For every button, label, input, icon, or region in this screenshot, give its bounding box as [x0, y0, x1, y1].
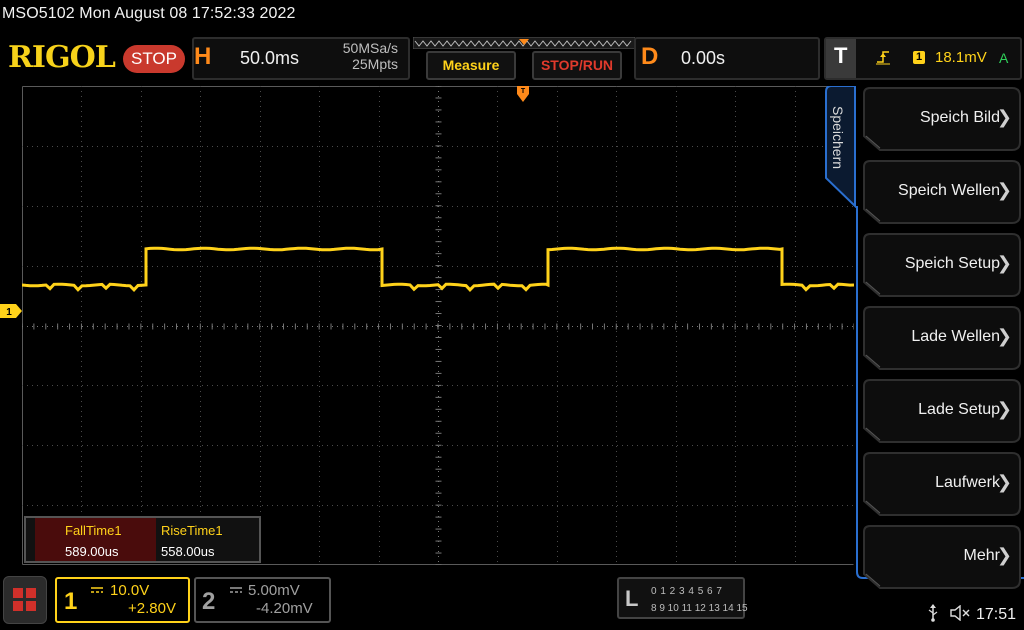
chevron-right-icon: ❯: [996, 253, 1012, 273]
menu-item-label: Speich Setup: [904, 255, 1000, 272]
measure-button[interactable]: Measure: [426, 51, 516, 80]
channel1-number: 1: [64, 588, 78, 615]
channel1-offset-marker[interactable]: 1: [0, 304, 22, 318]
channel1-marker-label: 1: [6, 307, 12, 318]
chevron-right-icon: ❯: [996, 545, 1012, 565]
chevron-right-icon: ❯: [996, 399, 1012, 419]
channel1-offset: +2.80V: [128, 600, 176, 617]
chevron-right-icon: ❯: [996, 472, 1012, 492]
horizontal-label: H: [194, 43, 212, 70]
menu-item-label: Mehr: [963, 547, 1000, 564]
system-clock: 17:51: [976, 606, 1017, 623]
menu-tab-label: Speichern: [830, 106, 846, 170]
trigger-position-marker[interactable]: T: [515, 86, 531, 110]
measurement-item[interactable]: RiseTime1 558.00us: [157, 518, 259, 561]
channel2-scale: 5.00mV: [248, 582, 300, 599]
logic-analyzer-label: L: [625, 586, 639, 611]
trigger-level-value: 18.1mV: [935, 49, 987, 66]
trigger-mode-indicator: A: [999, 50, 1009, 66]
stop-run-button[interactable]: STOP/RUN: [532, 51, 622, 80]
logic-channels-high: 8 9 10 11 12 13 14 15: [651, 603, 748, 614]
menu-item[interactable]: Speich Setup ❯: [862, 232, 1022, 298]
dc-coupling-icon: [230, 587, 242, 593]
graticule: [22, 86, 854, 565]
measurement-name: RiseTime1: [161, 523, 223, 538]
menu-item[interactable]: Speich Bild ❯: [862, 86, 1022, 152]
channel1-waveform: [22, 246, 854, 292]
measurement-item[interactable]: FallTime1 589.00us: [35, 518, 156, 561]
measurement-value: 589.00us: [65, 544, 119, 559]
memory-position-ruler[interactable]: [413, 37, 635, 49]
trigger-label: T: [834, 43, 848, 68]
logic-channels-low: 0 1 2 3 4 5 6 7: [651, 586, 723, 597]
menu-item[interactable]: Laufwerk ❯: [862, 451, 1022, 517]
chevron-right-icon: ❯: [996, 107, 1012, 127]
dc-coupling-icon: [91, 587, 103, 593]
grid-menu-icon: [13, 588, 36, 611]
measurement-name: FallTime1: [65, 523, 122, 538]
device-status-line: MSO5102 Mon August 08 17:52:33 2022: [2, 5, 296, 22]
menu-item-label: Lade Wellen: [911, 328, 1000, 345]
rigol-logo: RIGOL: [8, 40, 116, 75]
timebase-value: 50.0ms: [240, 48, 300, 68]
trigger-source-badge: 1: [913, 51, 925, 64]
svg-text:T: T: [521, 88, 526, 95]
menu-item[interactable]: Lade Wellen ❯: [862, 305, 1022, 371]
waveform-display[interactable]: [22, 86, 854, 565]
measurement-value: 558.00us: [161, 544, 215, 559]
chevron-right-icon: ❯: [996, 326, 1012, 346]
channel2-number: 2: [202, 588, 216, 615]
menu-item-label: Laufwerk: [935, 474, 1000, 491]
channel1-scale: 10.0V: [110, 582, 150, 599]
chevron-right-icon: ❯: [996, 180, 1012, 200]
menu-item[interactable]: Lade Setup ❯: [862, 378, 1022, 444]
speaker-muted-icon[interactable]: [950, 605, 972, 621]
menu-item-label: Lade Setup: [918, 401, 1000, 418]
menu-item[interactable]: Speich Wellen ❯: [862, 159, 1022, 225]
rising-edge-icon: [876, 51, 890, 65]
home-button[interactable]: [3, 576, 47, 624]
run-state-badge[interactable]: STOP: [123, 45, 185, 73]
usb-icon: [928, 604, 938, 622]
sample-rate-value: 50MSa/s: [342, 40, 398, 56]
delay-value: 0.00s: [681, 48, 726, 68]
delay-label: D: [641, 43, 659, 70]
memory-depth-value: 25Mpts: [352, 56, 398, 72]
delay-settings-box[interactable]: [634, 37, 820, 80]
menu-item-label: Speich Bild: [919, 109, 1000, 126]
channel2-offset: -4.20mV: [256, 600, 313, 617]
menu-item[interactable]: Mehr ❯: [862, 524, 1022, 590]
menu-item-label: Speich Wellen: [898, 182, 1000, 199]
